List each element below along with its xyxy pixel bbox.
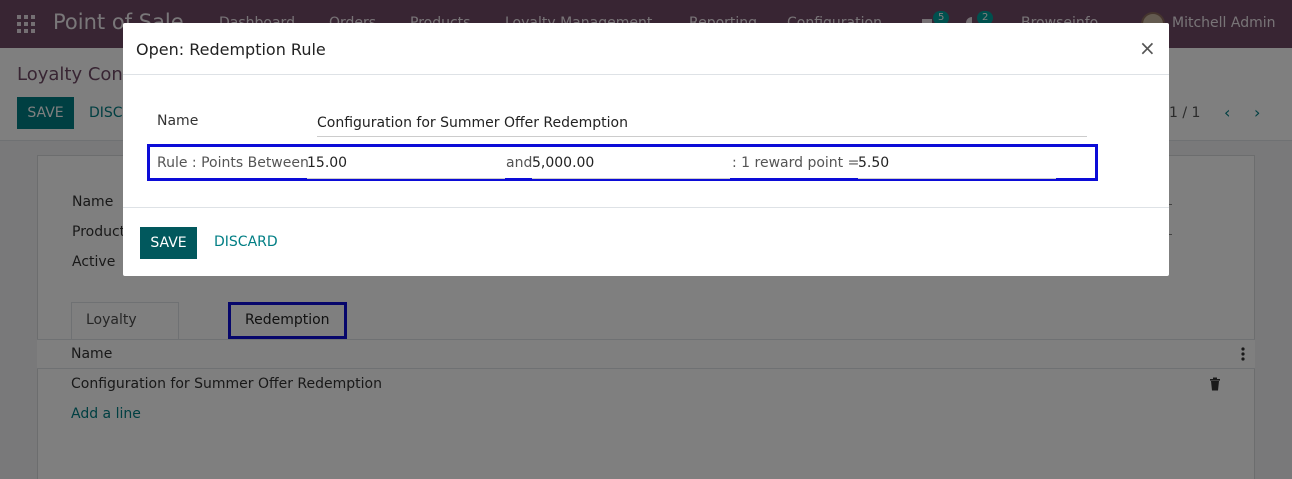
- name-label: Name: [157, 113, 199, 129]
- reward-label: : 1 reward point =: [732, 155, 860, 171]
- modal-footer: SAVE DISCARD: [123, 208, 1169, 276]
- min-points-field[interactable]: 15.00: [307, 155, 505, 179]
- reward-value-field[interactable]: 5.50: [858, 155, 1056, 179]
- rule-row: Rule : Points Between 15.00 and 5,000.00…: [147, 144, 1098, 181]
- modal-header: Open: Redemption Rule ×: [123, 23, 1169, 75]
- modal-body: Name Configuration for Summer Offer Rede…: [123, 75, 1169, 208]
- close-icon[interactable]: ×: [1139, 36, 1156, 60]
- and-label: and: [506, 155, 533, 171]
- redemption-rule-dialog: Open: Redemption Rule × Name Configurati…: [123, 23, 1169, 276]
- discard-button[interactable]: DISCARD: [214, 234, 278, 250]
- name-field[interactable]: Configuration for Summer Offer Redemptio…: [317, 115, 1087, 137]
- rule-label: Rule : Points Between: [157, 155, 309, 171]
- modal-title: Open: Redemption Rule: [136, 40, 326, 59]
- max-points-field[interactable]: 5,000.00: [532, 155, 730, 179]
- save-button[interactable]: SAVE: [140, 227, 197, 259]
